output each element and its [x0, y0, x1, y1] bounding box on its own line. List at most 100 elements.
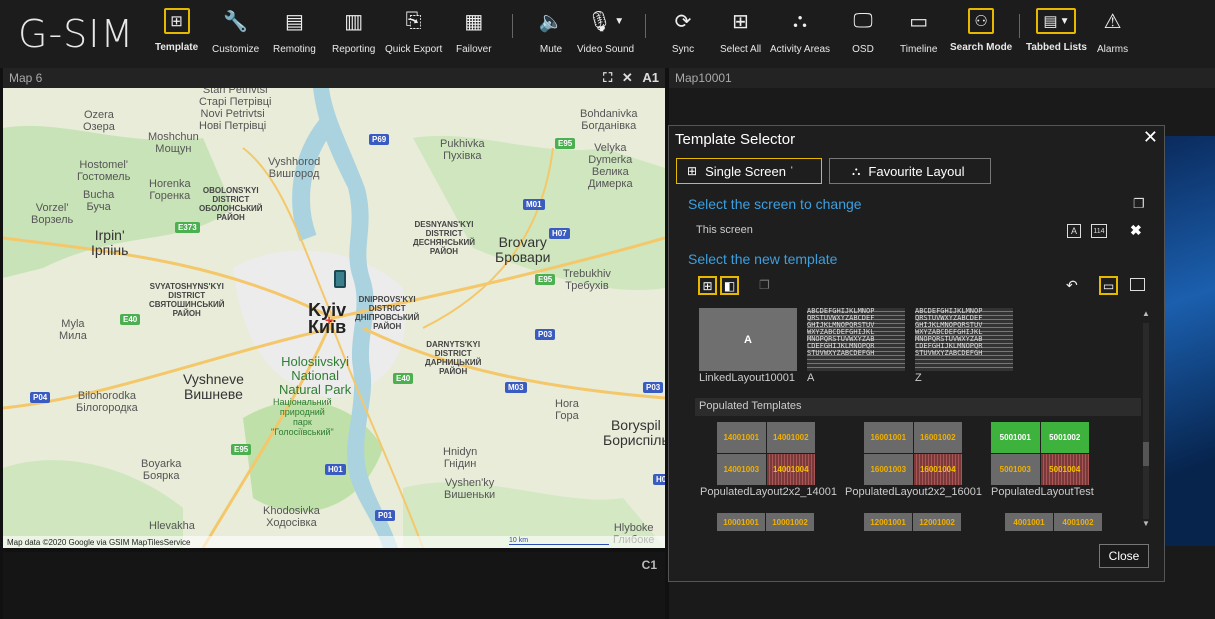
select-template-title: Select the new template: [688, 251, 838, 267]
template-list-scrollbar[interactable]: ▲ ▼: [1142, 309, 1150, 531]
select-all-icon: ⊞: [732, 10, 749, 33]
populated-template-item[interactable]: 12001001 12001002: [864, 513, 961, 531]
failover-label: Failover: [456, 44, 492, 55]
left-pane-title: Map 6: [9, 71, 43, 85]
road-shield: E95: [231, 444, 252, 455]
remoting-label: Remoting: [273, 44, 316, 55]
template-item[interactable]: A LinkedLayout10001: [699, 308, 797, 384]
tab-favourite-layout[interactable]: ⛬ Favourite Layoul: [829, 158, 991, 184]
map-label: Moshchun Мощун: [148, 131, 199, 155]
undo-icon[interactable]: ↶: [1066, 277, 1078, 294]
alarms-label: Alarms: [1097, 44, 1129, 55]
speaker-icon: 🔈: [538, 10, 564, 33]
scroll-down-icon[interactable]: ▼: [1142, 519, 1150, 528]
road-shield: E95: [555, 138, 576, 149]
single-frame-icon[interactable]: ▭: [1099, 276, 1118, 295]
map-label: DARNYTS'KYI DISTRICT ДАРНИЦЬКИЙ РАЙОН: [425, 340, 482, 376]
activity-areas-icon: ⛬: [793, 9, 808, 32]
map-label: Vyshen'ky Вишеньки: [444, 477, 496, 501]
road-shield: M01: [523, 199, 545, 210]
map-label: Myla Мила: [59, 318, 87, 342]
map-label: Horenka Горенка: [149, 178, 191, 202]
chevron-down-icon: ▼: [614, 15, 625, 27]
map-label: Bucha Буча: [83, 189, 115, 213]
populated-template-item[interactable]: 4001001 4001002: [1005, 513, 1102, 531]
scrollbar-track[interactable]: [1143, 323, 1149, 519]
populated-template-item[interactable]: 16001001 16001002 16001003 16001004: [864, 422, 962, 485]
copy-icon[interactable]: ❐: [759, 278, 770, 292]
populated-template-item[interactable]: 10001001 10001002: [717, 513, 814, 531]
template-item[interactable]: ABCDEFGHIJKLMNOP QRSTUVWXYZABCDEF GHIJKL…: [807, 308, 905, 384]
populated-template-item[interactable]: 14001001 14001002 14001003 14001004: [717, 422, 815, 485]
grid-icon: ⊞: [687, 164, 698, 178]
layout-cell: 5001001: [991, 422, 1040, 453]
customize-button[interactable]: 🔧 Customize: [212, 6, 259, 62]
bottom-left-pane[interactable]: C1: [3, 552, 665, 619]
template-name: A: [807, 372, 815, 384]
road-shield: P03: [535, 329, 556, 340]
template-name: LinkedLayout10001: [699, 372, 796, 384]
clear-icon[interactable]: ✖: [1130, 222, 1142, 239]
road-shield: E40: [120, 314, 141, 325]
road-shield: H0: [653, 474, 665, 485]
screen-number-button[interactable]: 114: [1091, 224, 1107, 238]
video-sound-label: Video Sound: [577, 44, 635, 55]
layout-cell: 5001004: [1040, 454, 1089, 485]
select-all-button[interactable]: ⊞ Select All: [720, 6, 761, 62]
quick-export-button[interactable]: ⎘ Quick Export: [385, 6, 442, 62]
alarms-button[interactable]: ⚠ Alarms: [1097, 6, 1128, 62]
populated-template-item[interactable]: 5001001 5001002 5001003 5001004: [991, 422, 1089, 485]
grid-2x2-icon[interactable]: ⊞: [698, 276, 717, 295]
scrollbar-thumb[interactable]: [1143, 442, 1149, 466]
template-button[interactable]: ⊞ Template: [155, 6, 198, 62]
map-label: Novi Petrivtsi Нові Петрівці: [199, 108, 267, 132]
map-label: Vyshhorod Вишгород: [268, 156, 321, 180]
map-label: DESNYANS'KYI DISTRICT ДЕСНЯНСЬКИЙ РАЙОН: [413, 220, 476, 256]
frame-outline-icon[interactable]: [1130, 278, 1145, 291]
select-screen-title: Select the screen to change: [688, 196, 862, 212]
sync-button[interactable]: ⟳ Sync: [668, 6, 698, 62]
app-logo: G-SIM: [18, 12, 135, 56]
map-pin-icon: +: [325, 312, 334, 328]
this-screen-label: This screen: [696, 224, 753, 236]
left-pane-controls: ⛶ ✕ A1: [603, 70, 659, 86]
map-label: OBOLONS'KYI DISTRICT ОБОЛОНСЬКИЙ РАЙОН: [199, 186, 263, 222]
tabbed-lists-button[interactable]: ▤ ▼ Tabbed Lists: [1026, 6, 1087, 62]
timeline-button[interactable]: ▭ Timeline: [900, 6, 937, 62]
close-icon[interactable]: ✕: [1143, 127, 1158, 148]
camera-marker-icon[interactable]: [334, 270, 346, 288]
quick-export-label: Quick Export: [385, 44, 443, 55]
reporting-button[interactable]: ▥ Reporting: [332, 6, 375, 62]
layout-cell: 4001002: [1054, 513, 1102, 531]
template-item[interactable]: ABCDEFGHIJKLMNOP QRSTUVWXYZABCDEF GHIJKL…: [915, 308, 1013, 384]
map-label: Velyka Dymerka Велика Димерка: [588, 142, 633, 190]
close-icon[interactable]: ✕: [622, 70, 633, 85]
fullscreen-icon[interactable]: ⛶: [603, 70, 612, 85]
failover-button[interactable]: ▦ Failover: [456, 6, 492, 62]
activity-areas-button[interactable]: ⛬ Activity Areas: [770, 6, 830, 62]
map-label: Khodosivka Ходосівка: [263, 505, 320, 529]
pane-corner-label: C1: [641, 558, 657, 572]
mute-button[interactable]: 🔈 Mute: [536, 6, 566, 62]
grid-custom-icon[interactable]: ◧: [720, 276, 739, 295]
reporting-label: Reporting: [332, 44, 376, 55]
search-mode-label: Search Mode: [950, 42, 1013, 53]
close-button[interactable]: Close: [1099, 544, 1149, 568]
map-view[interactable]: Starі Petrivtsі Старі Петрівці Novi Petr…: [3, 88, 665, 548]
video-sound-button[interactable]: 🎙 ▼ Video Sound: [577, 6, 634, 62]
tab-single-screen[interactable]: ⊞ Single Screen ˈ: [676, 158, 822, 184]
scroll-up-icon[interactable]: ▲: [1142, 309, 1150, 318]
monitor-icon: 🖵: [853, 9, 873, 32]
select-all-label: Select All: [720, 44, 762, 55]
copy-icon[interactable]: ❐: [1133, 196, 1145, 212]
toolbar-separator: [645, 14, 646, 38]
layout-cell: 16001001: [864, 422, 913, 453]
map-attribution: Map data ©2020 Google via GSIM MapTilesS…: [3, 536, 665, 548]
remoting-button[interactable]: ▤ Remoting: [273, 6, 316, 62]
search-mode-button[interactable]: ⚇ Search Mode: [950, 6, 1012, 62]
road-shield: P04: [30, 392, 51, 403]
screen-a-button[interactable]: A: [1067, 224, 1081, 238]
osd-button[interactable]: 🖵 OSD: [848, 6, 878, 62]
road-shield: E373: [175, 222, 200, 233]
mute-label: Mute: [539, 44, 563, 55]
